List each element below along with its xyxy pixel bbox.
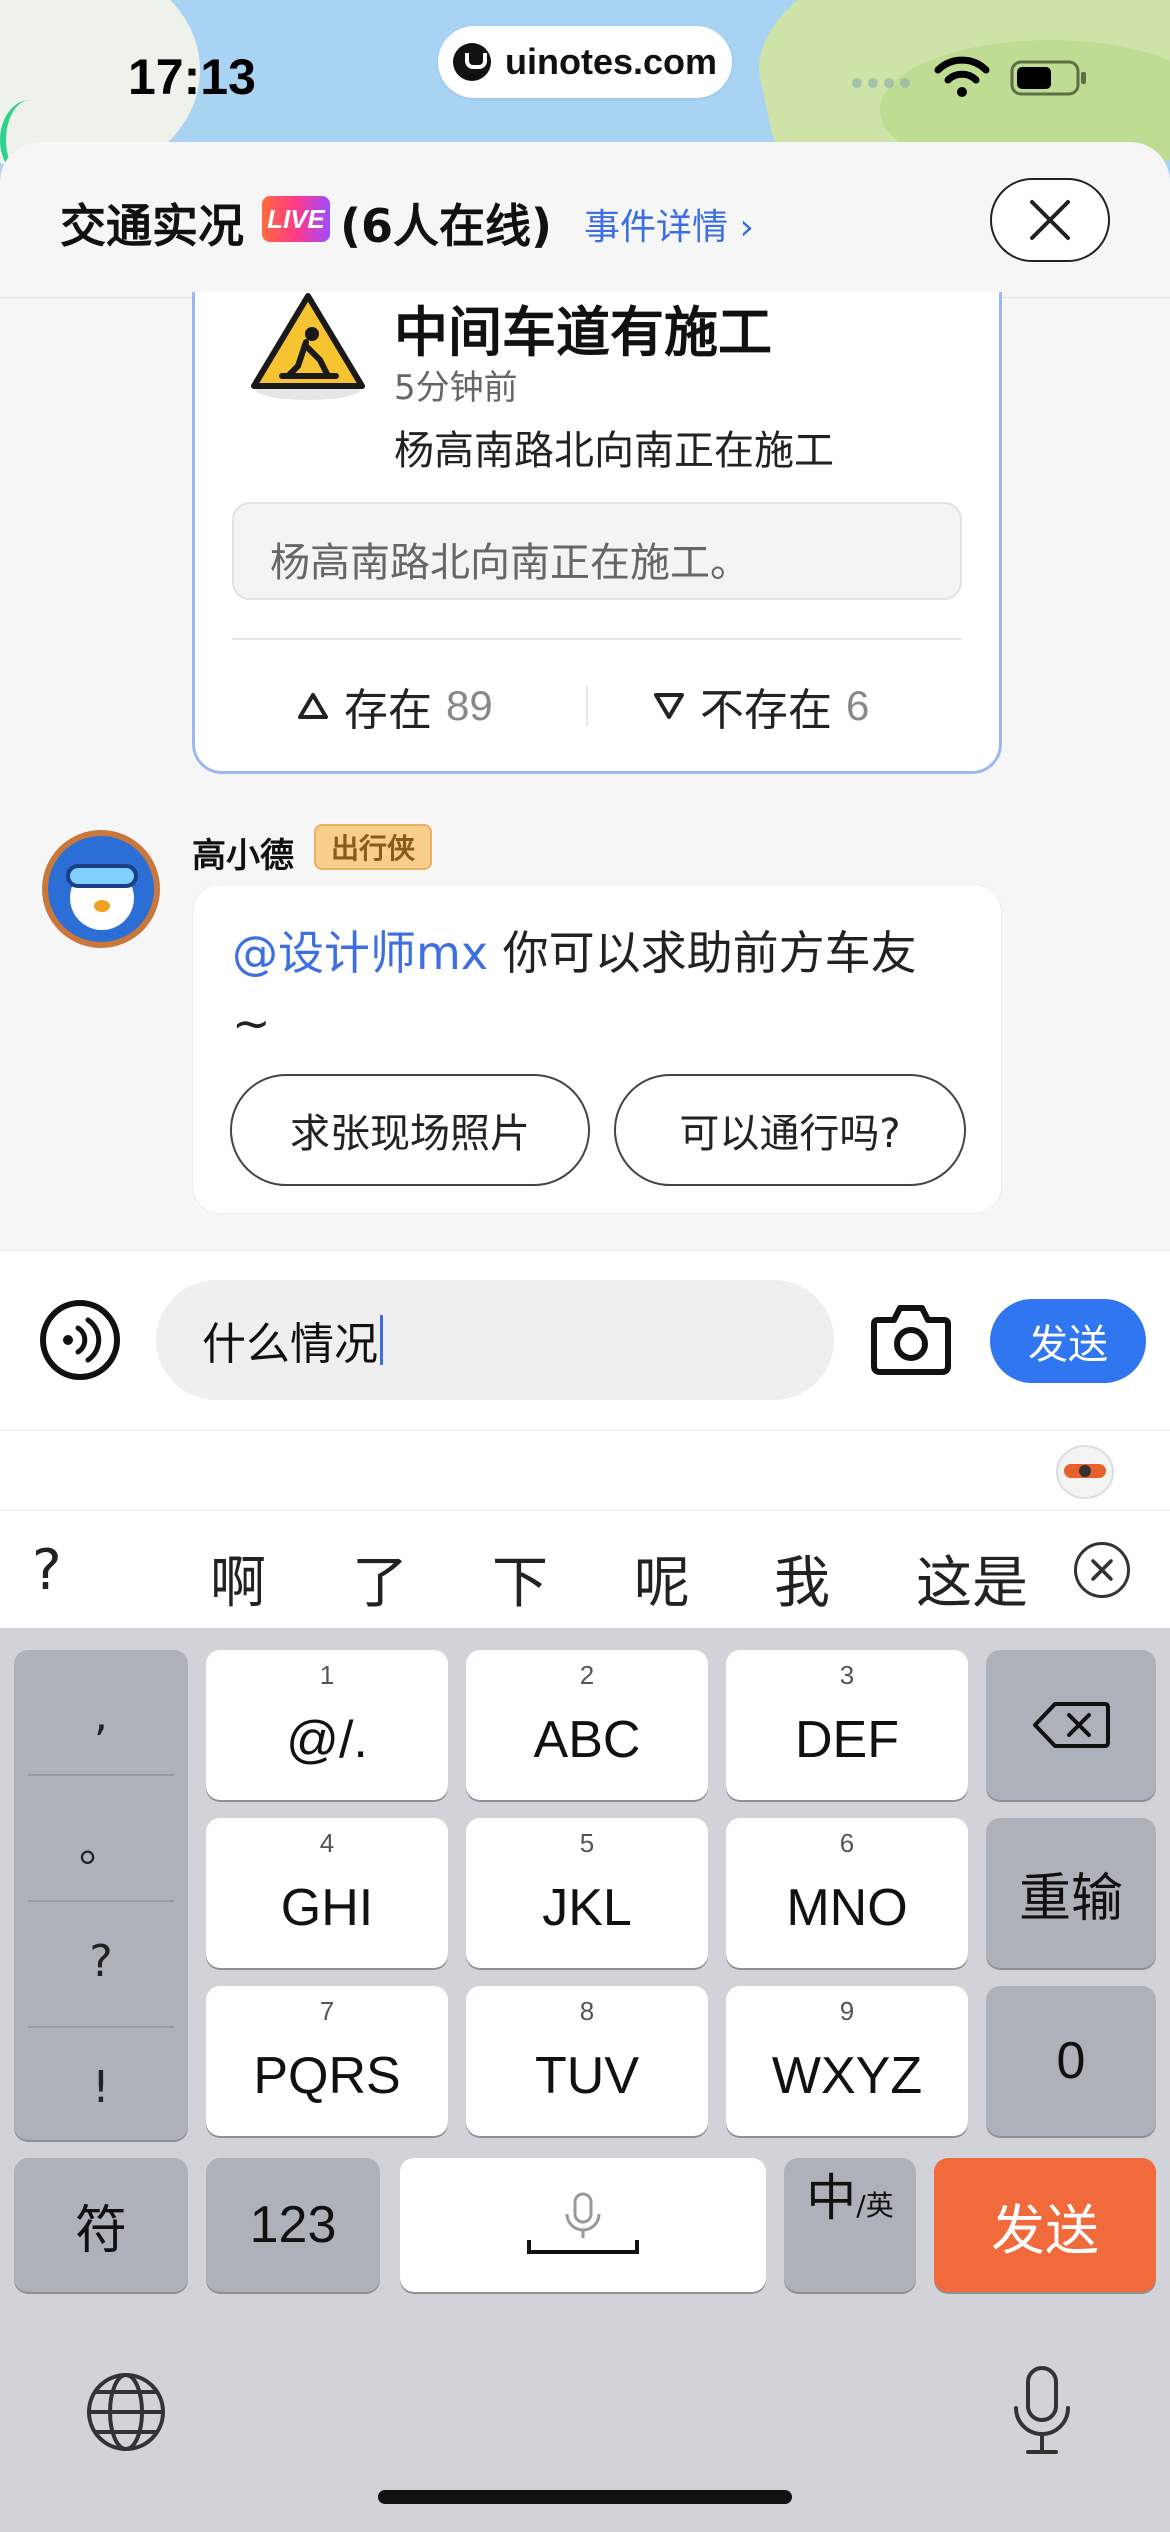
exist-count: 89 — [446, 682, 493, 729]
not-exist-vote-button[interactable]: 不存在 6 — [652, 674, 869, 738]
not-exist-label: 不存在 — [700, 685, 832, 736]
signal-icon — [852, 78, 916, 90]
online-count: (6人在线) — [340, 199, 553, 253]
camera-icon[interactable] — [870, 1300, 952, 1378]
close-button[interactable] — [990, 178, 1110, 262]
not-exist-count: 6 — [846, 682, 870, 729]
wifi-icon — [934, 56, 990, 97]
punct-question[interactable]: ? — [14, 1936, 188, 1987]
message-text: @设计师mx 你可以求助前方车友 ~ — [232, 918, 972, 1058]
url-text: uinotes.com — [504, 41, 718, 82]
quick-reply-passable[interactable]: 可以通行吗? — [614, 1074, 966, 1186]
candidate-item[interactable]: 呢 — [634, 1538, 690, 1619]
language-switch-key[interactable]: 中/英 — [784, 2158, 916, 2292]
key-1[interactable]: 1 @/. — [206, 1650, 448, 1800]
card-divider — [232, 638, 962, 640]
zero-key[interactable]: 0 — [986, 1986, 1156, 2136]
avatar[interactable] — [42, 830, 160, 948]
battery-icon — [1010, 60, 1086, 96]
event-detail-link[interactable]: 事件详情 › — [584, 198, 754, 250]
key-4[interactable]: 4 GHI — [206, 1818, 448, 1968]
voice-input-icon[interactable] — [38, 1298, 122, 1382]
keyboard-send-key[interactable]: 发送 — [934, 2158, 1156, 2292]
candidate-item[interactable]: 我 — [774, 1538, 830, 1619]
page-title: 交通实况 — [60, 199, 244, 253]
backspace-icon — [1033, 1702, 1110, 1748]
reenter-key[interactable]: 重输 — [986, 1818, 1156, 1968]
punct-exclaim[interactable]: ! — [14, 2062, 188, 2113]
candidate-item[interactable]: 了 — [352, 1538, 408, 1619]
candidate-item[interactable]: 下 — [492, 1538, 548, 1619]
ime-mascot-icon[interactable] — [1052, 1438, 1118, 1502]
home-indicator — [378, 2490, 792, 2504]
live-badge: LIVE — [262, 196, 330, 242]
punctuation-column[interactable]: , 。 ? ! — [14, 1650, 188, 2140]
globe-icon[interactable] — [84, 2370, 168, 2454]
key-9[interactable]: 9 WXYZ — [726, 1986, 968, 2136]
mention-link[interactable]: @设计师mx — [232, 926, 488, 980]
key-3[interactable]: 3 DEF — [726, 1650, 968, 1800]
event-title: 中间车道有施工 — [394, 301, 772, 364]
exist-vote-button[interactable]: 存在 89 — [296, 674, 493, 738]
clear-candidates-icon[interactable] — [1074, 1542, 1130, 1598]
key-7[interactable]: 7 PQRS — [206, 1986, 448, 2136]
message-line1: 你可以求助前方车友 — [488, 926, 917, 980]
event-description: 杨高南路北向南正在施工 — [394, 428, 834, 474]
chat-input[interactable]: 什么情况 — [156, 1280, 834, 1400]
url-bar[interactable]: uinotes.com — [438, 26, 732, 98]
dictation-mic-icon[interactable] — [1010, 2364, 1074, 2458]
sender-name: 高小德 — [192, 836, 294, 876]
text-cursor — [380, 1315, 383, 1365]
candidate-item[interactable]: 啊 — [210, 1538, 266, 1619]
space-key[interactable] — [400, 2158, 766, 2292]
construction-warning-icon — [251, 293, 365, 400]
key-5[interactable]: 5 JKL — [466, 1818, 708, 1968]
sender-badge: 出行侠 — [314, 824, 432, 870]
site-icon — [452, 43, 491, 81]
chat-input-value: 什么情况 — [202, 1319, 378, 1370]
event-time: 5分钟前 — [394, 368, 518, 408]
numbers-key[interactable]: 123 — [206, 2158, 380, 2292]
symbols-key[interactable]: 符 — [14, 2158, 188, 2292]
keyboard-toolbar — [0, 1430, 1170, 1510]
key-6[interactable]: 6 MNO — [726, 1818, 968, 1968]
message-line2: ~ — [232, 996, 271, 1050]
mic-space-icon — [527, 2192, 639, 2254]
close-icon — [1030, 200, 1070, 240]
status-time: 17:13 — [128, 49, 256, 105]
vote-divider — [586, 686, 588, 726]
event-quote: 杨高南路北向南正在施工。 — [232, 502, 962, 600]
punct-comma[interactable]: , — [14, 1690, 188, 1741]
candidate-item[interactable]: ? — [32, 1538, 62, 1603]
punct-period[interactable]: 。 — [14, 1810, 188, 1874]
backspace-key[interactable] — [986, 1650, 1156, 1800]
send-button[interactable]: 发送 — [990, 1299, 1146, 1383]
quick-reply-photo[interactable]: 求张现场照片 — [230, 1074, 590, 1186]
key-8[interactable]: 8 TUV — [466, 1986, 708, 2136]
candidate-item[interactable]: 这是 — [916, 1538, 1028, 1619]
triangle-up-icon — [298, 693, 328, 719]
key-2[interactable]: 2 ABC — [466, 1650, 708, 1800]
triangle-down-icon — [654, 693, 684, 719]
exist-label: 存在 — [344, 685, 432, 736]
